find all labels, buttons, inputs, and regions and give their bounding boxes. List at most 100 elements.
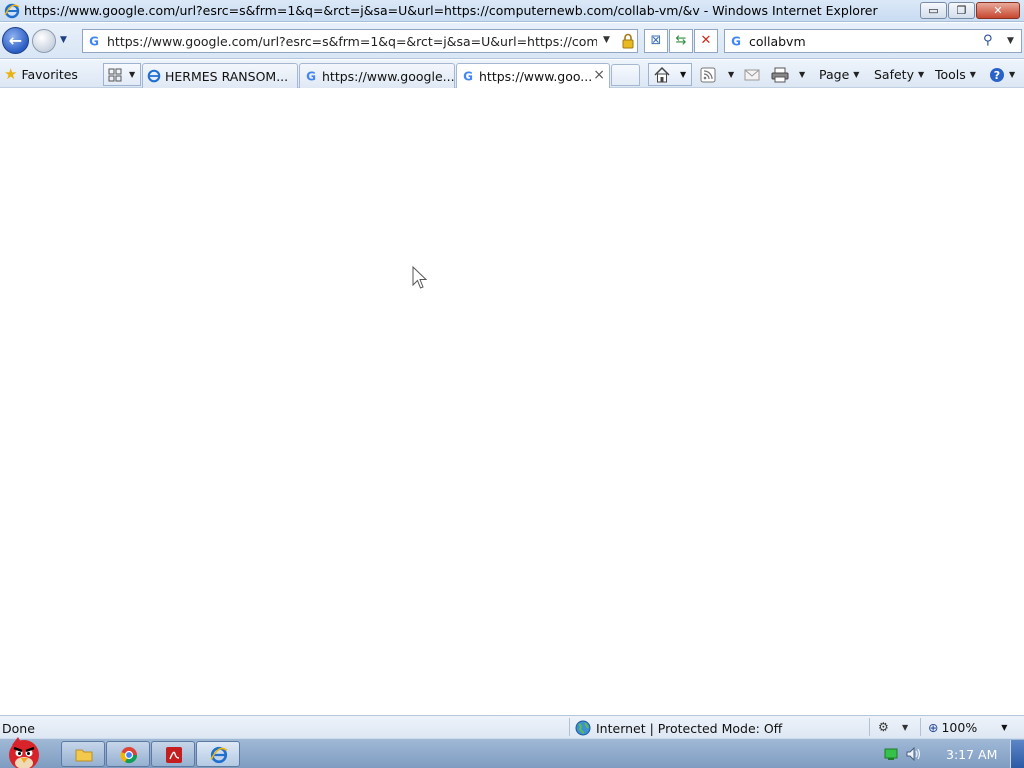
google-favicon-icon: G — [463, 70, 473, 84]
chevron-down-icon: ▼ — [969, 70, 976, 79]
home-icon — [654, 66, 670, 83]
page-menu[interactable]: Page ▼ — [819, 63, 859, 86]
google-search-provider-icon: G — [731, 35, 741, 49]
chrome-icon — [120, 747, 138, 764]
security-zone[interactable]: Internet | Protected Mode: Off — [575, 719, 782, 737]
taskbar-clock[interactable]: 3:17 AM — [946, 747, 997, 762]
tab-close-icon[interactable]: × — [593, 67, 605, 83]
ie-page-icon — [147, 69, 161, 83]
restore-button[interactable]: ❐ — [948, 2, 975, 19]
page-content[interactable] — [0, 88, 1024, 715]
title-bar: https://www.google.com/url?esrc=s&frm=1&… — [0, 0, 1024, 22]
protected-mode-icon[interactable]: ⚙ — [878, 720, 889, 734]
pdf-reader-icon — [166, 747, 182, 763]
tab-list-dropdown-icon[interactable]: ▼ — [129, 70, 135, 79]
search-input[interactable] — [749, 32, 979, 50]
chevron-down-icon[interactable]: ▼ — [902, 723, 908, 732]
zoom-level: 100% — [941, 720, 978, 735]
search-options-dropdown[interactable]: ▼ — [1007, 36, 1014, 46]
globe-icon — [575, 720, 591, 736]
network-icon[interactable] — [884, 747, 898, 761]
help-icon: ? — [990, 67, 1004, 82]
google-favicon-icon: G — [89, 35, 99, 49]
tab-label: HERMES RANSOM... — [165, 69, 289, 84]
safety-menu[interactable]: Safety ▼ — [874, 63, 924, 86]
read-mail-button[interactable] — [744, 63, 760, 86]
taskbar-explorer-button[interactable] — [61, 741, 105, 767]
stop-icon: ✕ — [700, 33, 712, 48]
new-tab-button[interactable] — [611, 64, 640, 86]
tab-label: https://www.goo... — [479, 69, 593, 84]
back-button[interactable]: ← — [2, 27, 29, 54]
svg-text:G: G — [463, 70, 473, 84]
tools-menu-label: Tools — [935, 67, 966, 82]
status-bar: Done Internet | Protected Mode: Off ⚙ ▼ … — [0, 715, 1024, 738]
print-dropdown-icon[interactable]: ▼ — [799, 70, 805, 79]
start-button-angry-bird-icon[interactable] — [0, 733, 54, 768]
chevron-down-icon: ▼ — [917, 70, 925, 79]
svg-text:G: G — [89, 35, 99, 49]
volume-icon[interactable] — [906, 747, 922, 761]
status-divider — [920, 718, 921, 736]
feeds-button[interactable]: ▼ — [700, 63, 734, 86]
ie-icon — [4, 3, 20, 18]
svg-text:G: G — [731, 35, 741, 49]
zoom-icon: ⊕ — [928, 720, 939, 735]
status-divider — [869, 718, 870, 736]
address-bar[interactable]: G https://www.google.com/url?esrc=s&frm=… — [82, 29, 638, 53]
ie-icon — [210, 746, 228, 764]
minimize-button[interactable]: ▭ — [920, 2, 947, 19]
mouse-cursor-icon — [412, 266, 428, 289]
recent-pages-dropdown[interactable]: ▼ — [60, 35, 67, 45]
taskbar: 3:17 AM — [0, 737, 1024, 768]
back-arrow-icon: ← — [8, 31, 23, 50]
mail-icon — [744, 69, 760, 80]
taskbar-chrome-button[interactable] — [106, 741, 150, 767]
printer-icon — [771, 67, 789, 82]
forward-button[interactable] — [32, 29, 56, 53]
tab-google-redirect-1[interactable]: G https://www.google.... — [299, 63, 455, 88]
lock-icon[interactable] — [621, 33, 635, 49]
quick-tabs-grid-icon — [108, 68, 122, 82]
home-dropdown-icon[interactable]: ▼ — [680, 70, 686, 79]
svg-text:?: ? — [994, 69, 1000, 82]
address-url[interactable]: https://www.google.com/url?esrc=s&frm=1&… — [107, 34, 597, 49]
tab-hermes-ransom[interactable]: HERMES RANSOM... — [142, 63, 298, 88]
stop-button[interactable]: ✕ — [694, 29, 718, 53]
taskbar-ie-button[interactable] — [196, 741, 240, 767]
compatibility-icon: ⊠ — [650, 33, 662, 48]
minimize-icon: ▭ — [928, 4, 939, 17]
chevron-down-icon: ▼ — [1009, 70, 1016, 79]
search-icon[interactable]: ⚲ — [983, 33, 993, 48]
feeds-dropdown-icon[interactable]: ▼ — [728, 70, 734, 79]
tab-google-redirect-active[interactable]: G https://www.goo... × — [456, 63, 610, 89]
favorites-label: Favorites — [21, 66, 78, 82]
search-box: G ⚲ ▼ — [724, 29, 1022, 53]
restore-icon: ❐ — [956, 4, 967, 17]
print-button[interactable]: ▼ — [771, 63, 805, 86]
close-icon: ✕ — [993, 4, 1003, 17]
zoom-dropdown-icon[interactable]: ▼ — [1001, 723, 1007, 732]
chevron-down-icon: ▼ — [853, 70, 860, 79]
zoom-control[interactable]: ⊕ 100% ▼ — [928, 720, 1007, 735]
google-favicon-icon: G — [306, 70, 316, 84]
show-desktop-button[interactable] — [1010, 740, 1024, 768]
navigation-bar: ← ▼ G https://www.google.com/url?esrc=s&… — [0, 23, 1024, 59]
favorites-button[interactable]: ★ Favorites — [4, 64, 78, 84]
folder-icon — [75, 749, 93, 762]
quick-tabs-button[interactable]: ▼ — [103, 63, 141, 86]
taskbar-acrobat-button[interactable] — [151, 741, 195, 767]
tools-menu[interactable]: Tools ▼ — [935, 63, 976, 86]
compatibility-view-button[interactable]: ⊠ — [644, 29, 668, 53]
address-dropdown-icon[interactable]: ▼ — [603, 35, 610, 45]
help-menu[interactable]: ? ▼ — [989, 63, 1015, 86]
safety-menu-label: Safety — [874, 67, 914, 82]
close-button[interactable]: ✕ — [976, 2, 1020, 19]
tab-label: https://www.google.... — [322, 69, 455, 84]
refresh-icon: ⇆ — [675, 33, 687, 48]
refresh-button[interactable]: ⇆ — [669, 29, 693, 53]
window-title: https://www.google.com/url?esrc=s&frm=1&… — [24, 3, 878, 18]
home-button[interactable]: ▼ — [648, 63, 692, 86]
rss-feed-icon — [700, 67, 716, 82]
security-zone-text: Internet | Protected Mode: Off — [596, 720, 783, 736]
